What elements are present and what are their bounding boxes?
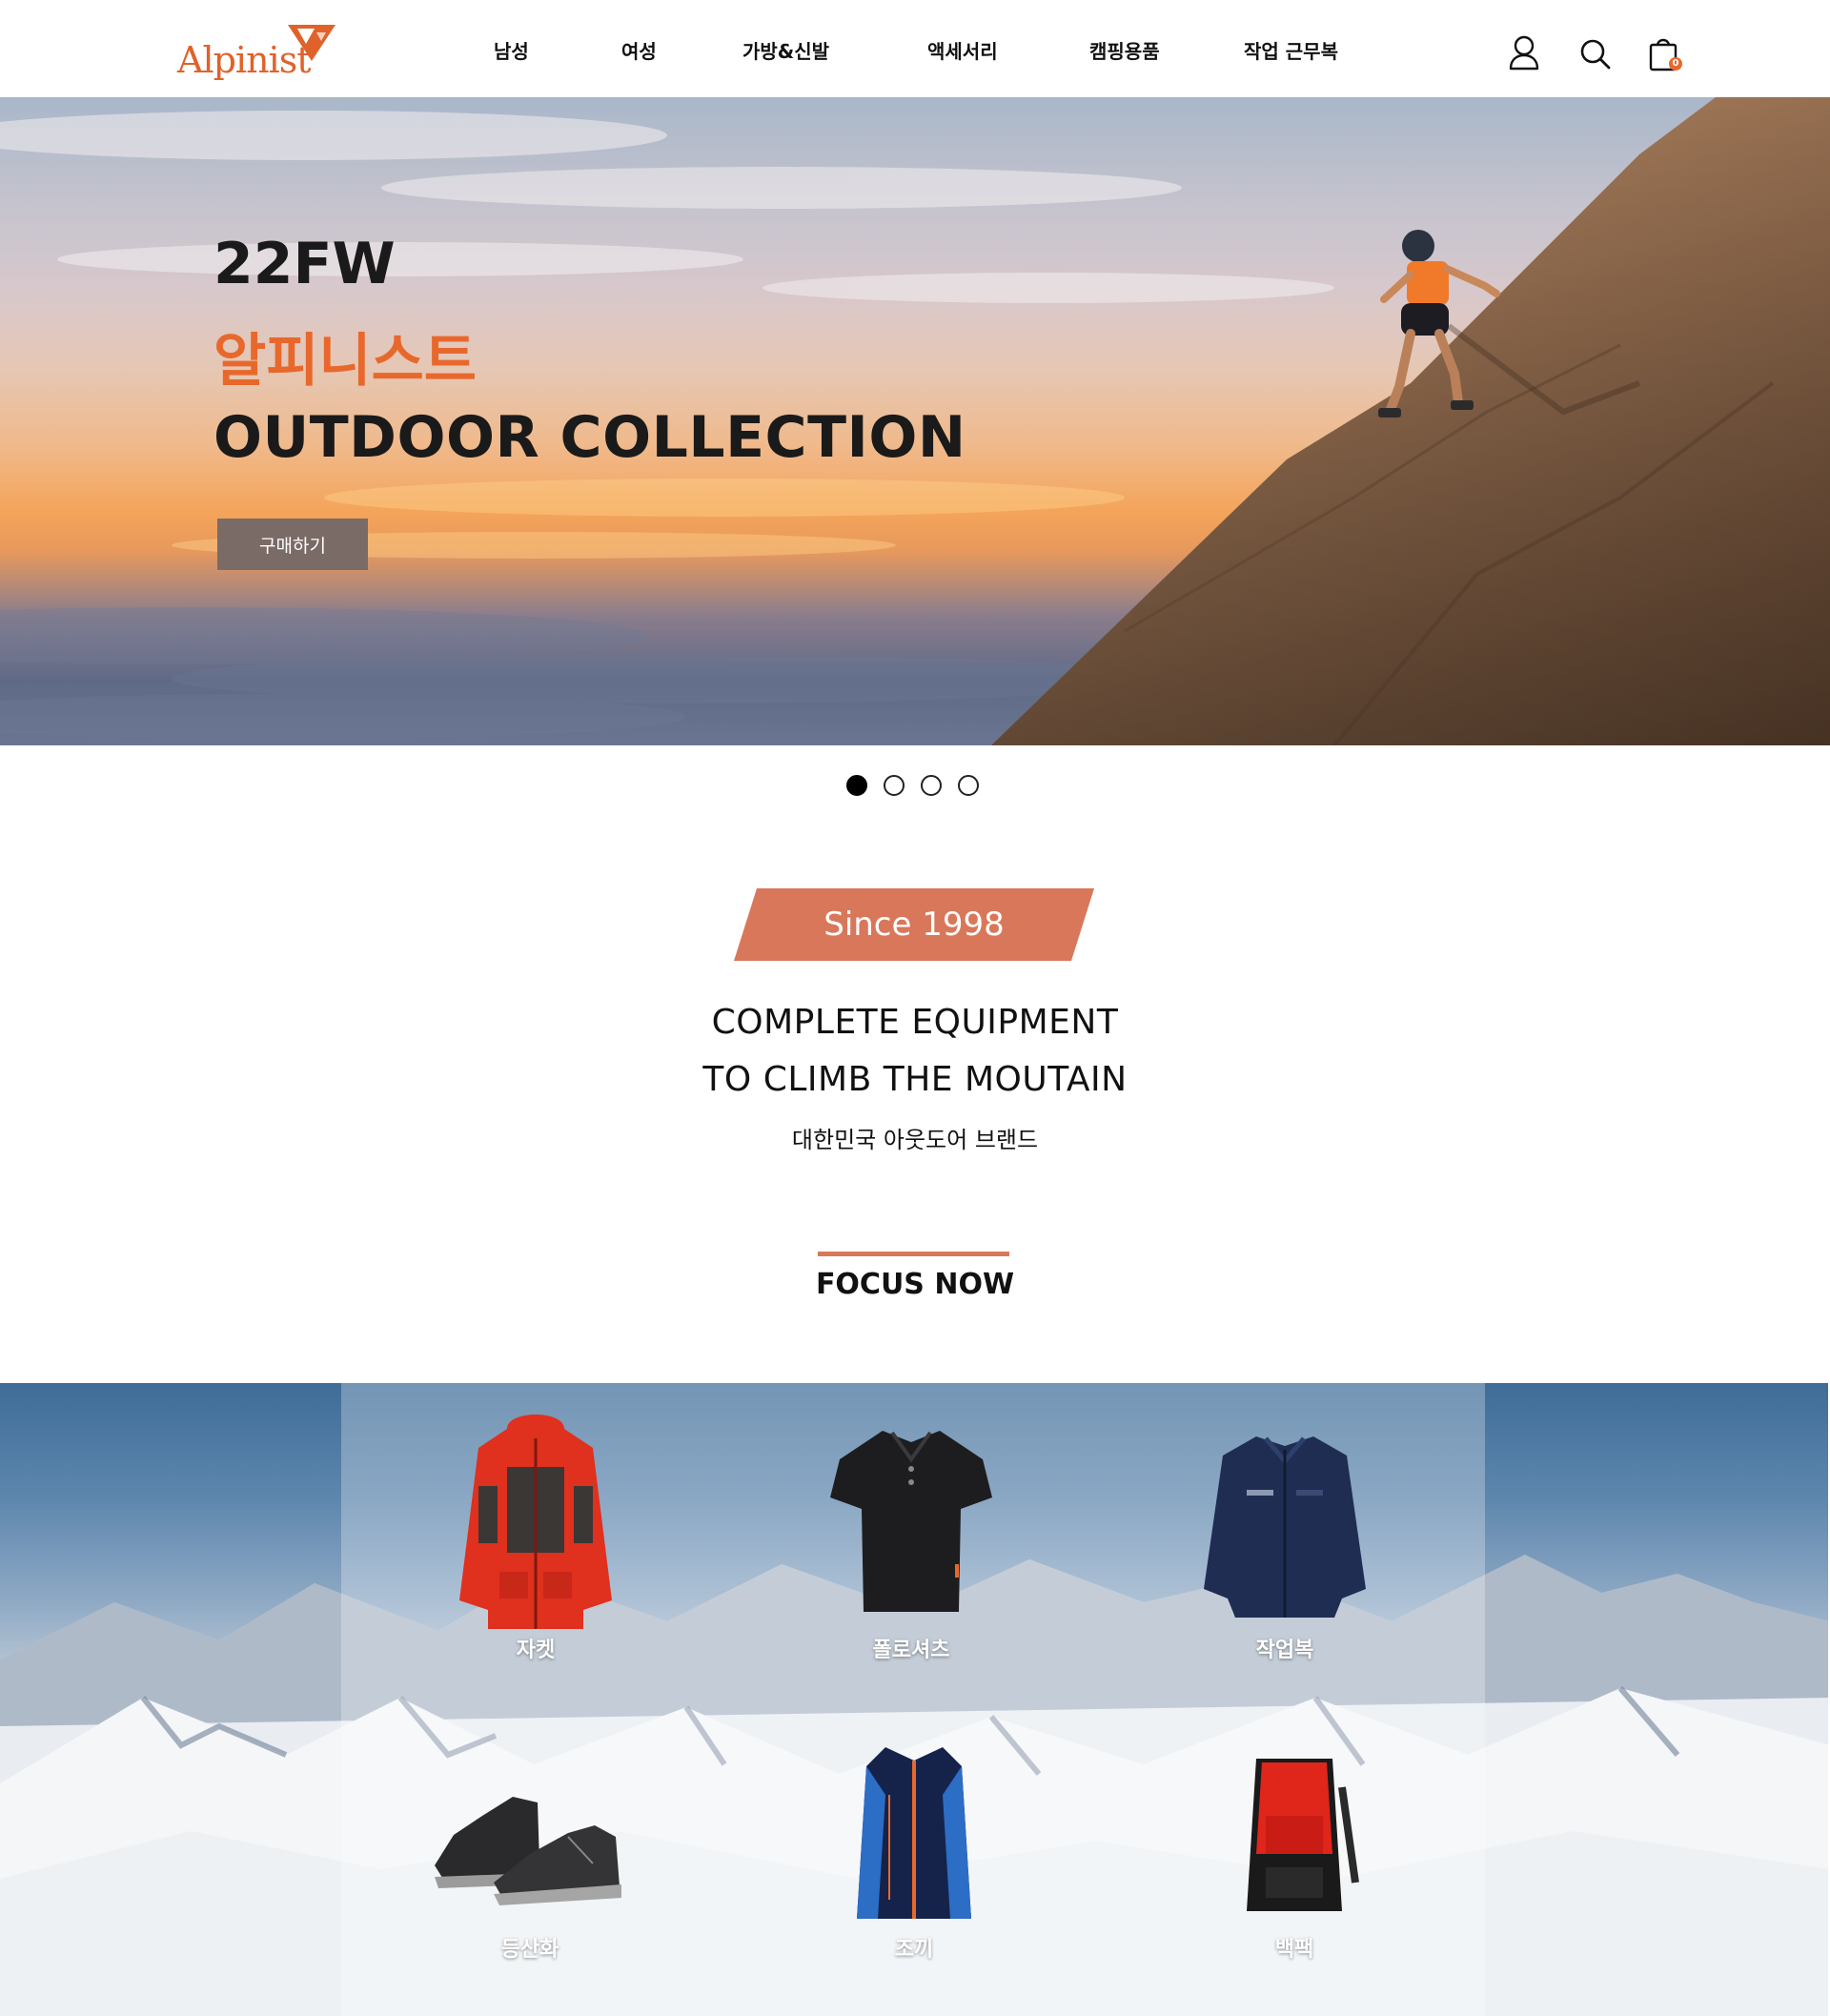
hero-banner: 22FW 알피니스트 OUTDOOR COLLECTION 구매하기 <box>0 97 1830 745</box>
user-icon[interactable] <box>1508 34 1540 72</box>
category-jacket[interactable]: 자켓 <box>440 1410 631 1667</box>
work-jacket-icon <box>1204 1436 1366 1618</box>
focus-category-band: 자켓 폴로셔츠 작업복 등산화 조끼 백팩 <box>0 1383 1830 2016</box>
main-nav: 남성 여성 가방&신발 액세서리 캠핑용품 작업 근무복 <box>0 36 1830 65</box>
since-badge-text: Since 1998 <box>824 906 1005 944</box>
cart-count-badge: 0 <box>1669 57 1682 71</box>
category-hiking-boots-label: 등산화 <box>500 1938 559 1962</box>
nav-item-workwear[interactable]: 작업 근무복 <box>1244 36 1338 64</box>
category-workwear-label: 작업복 <box>1255 1639 1314 1662</box>
carousel-dot-4[interactable] <box>958 775 979 796</box>
intro-headline-line2: TO CLIMB THE MOUTAIN <box>702 1060 1128 1099</box>
nav-item-accessories[interactable]: 액세서리 <box>927 36 998 64</box>
category-jacket-label: 자켓 <box>516 1639 556 1662</box>
carousel-indicators <box>846 775 979 796</box>
category-vest[interactable]: 조끼 <box>819 1738 1009 1974</box>
focus-divider <box>818 1252 1009 1256</box>
category-polo-shirt[interactable]: 폴로셔츠 <box>816 1421 1006 1667</box>
nav-item-women[interactable]: 여성 <box>621 36 657 64</box>
intro-subline: 대한민국 아웃도어 브랜드 <box>791 1127 1039 1153</box>
hero-brand-title: 알피니스트 <box>214 328 477 395</box>
polo-shirt-icon <box>830 1431 992 1612</box>
category-backpack-label: 백팩 <box>1274 1938 1314 1962</box>
backpack-icon <box>1247 1759 1359 1911</box>
category-vest-label: 조끼 <box>894 1938 934 1962</box>
hero-collection-title: OUTDOOR COLLECTION <box>214 404 966 471</box>
site-header: Alpinist 남성 여성 가방&신발 액세서리 캠핑용품 작업 근무복 0 <box>0 0 1830 97</box>
carousel-dot-1[interactable] <box>846 775 867 796</box>
buy-now-button[interactable]: 구매하기 <box>217 519 368 570</box>
nav-item-camping[interactable]: 캠핑용품 <box>1089 36 1160 64</box>
category-workwear[interactable]: 작업복 <box>1190 1427 1380 1667</box>
category-backpack[interactable]: 백팩 <box>1199 1749 1390 1974</box>
intro-headline-line1: COMPLETE EQUIPMENT <box>711 1003 1119 1042</box>
category-polo-shirt-label: 폴로셔츠 <box>872 1639 950 1662</box>
vest-icon <box>857 1747 971 1919</box>
cart-button[interactable]: 0 <box>1648 34 1682 72</box>
jacket-icon <box>459 1415 612 1629</box>
category-hiking-boots[interactable]: 등산화 <box>425 1778 635 1972</box>
search-icon[interactable] <box>1578 34 1611 72</box>
nav-item-men[interactable]: 남성 <box>494 36 529 64</box>
focus-section-title: FOCUS NOW <box>815 1268 1015 1301</box>
carousel-dot-2[interactable] <box>884 775 905 796</box>
hero-season-title: 22FW <box>214 231 396 297</box>
nav-item-bags-shoes[interactable]: 가방&신발 <box>742 36 829 64</box>
hiking-boots-icon <box>435 1797 621 1905</box>
carousel-dot-3[interactable] <box>921 775 942 796</box>
